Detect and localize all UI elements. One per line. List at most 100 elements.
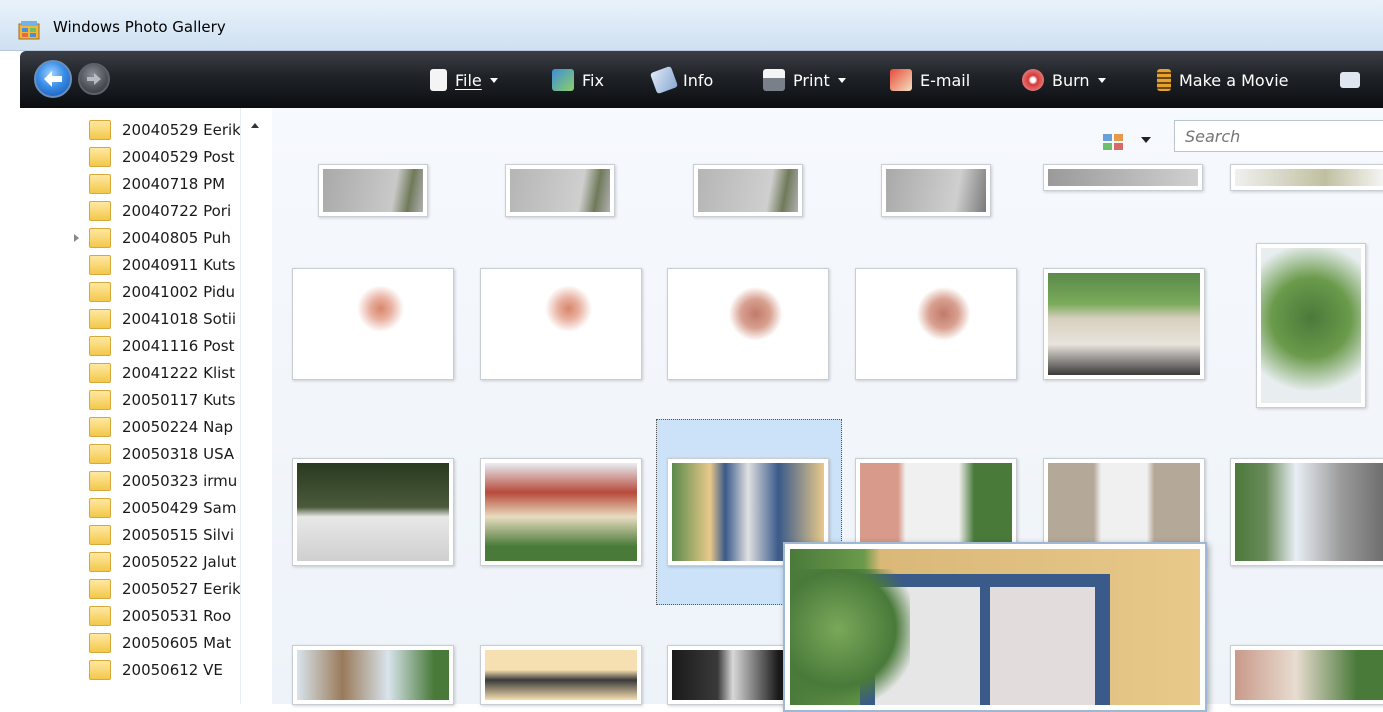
folder-tree-item[interactable]: 20050527 Eerik [0,575,241,602]
folder-tree-item[interactable]: 20050224 Nap [0,413,240,440]
info-label: Info [683,70,714,90]
scroll-up-arrow-icon[interactable] [251,123,259,128]
folder-tree-item[interactable]: 20050605 Mat [0,629,240,656]
folder-label: 20040718 PM [122,174,226,193]
folder-tree-item[interactable]: 20040805 Puh [0,224,240,251]
folder-tree-item[interactable]: 20041002 Pidu [0,278,240,305]
photo-thumbnail[interactable] [1230,164,1383,191]
fix-button[interactable]: Fix [552,65,604,95]
folder-tree-item[interactable]: 20050612 VE [0,656,240,683]
back-button[interactable] [34,60,72,98]
folder-icon [89,146,111,167]
folder-tree-item[interactable]: 20040529 Post [0,143,240,170]
folder-tree-item[interactable]: 20040718 PM [0,170,240,197]
pane-splitter[interactable] [240,108,273,704]
photo-thumbnail[interactable] [505,164,615,217]
photo-gallery-app-icon [18,21,40,40]
folder-tree-item[interactable]: 20041222 Klist [0,359,240,386]
folder-icon [89,389,111,410]
folder-icon [89,200,111,221]
search-input[interactable] [1174,120,1383,152]
folder-navigation-pane: 20040529 Eerik 20040529 Post 20040718 PM 20… [0,108,272,704]
printer-icon [763,69,785,91]
document-icon [430,69,447,91]
more-button[interactable] [1340,65,1368,95]
folder-icon [89,524,111,545]
folder-tree-item[interactable]: 20040911 Kuts [0,251,240,278]
photo-thumbnail[interactable] [1230,645,1383,705]
photo-thumbnail[interactable] [1043,164,1203,191]
folder-icon [89,470,111,491]
photo-thumbnail[interactable] [318,164,428,217]
folder-icon [89,335,111,356]
folder-tree-item[interactable]: 20050323 irmu [0,467,240,494]
folder-icon [89,281,111,302]
forward-button[interactable] [78,63,110,95]
fix-label: Fix [582,70,604,90]
folder-label: 20050224 Nap [122,417,234,436]
folder-label: 20050318 USA [122,444,235,463]
arrow-right-icon [87,73,101,85]
folder-icon [89,497,111,518]
photo-thumbnail[interactable] [1043,268,1205,380]
photo-image [886,169,986,212]
folder-tree-item[interactable]: 20050318 USA [0,440,240,467]
folder-tree-item[interactable]: 20050522 Jalut [0,548,240,575]
folder-label: 20050605 Mat [122,633,232,652]
arrow-left-icon [44,71,62,87]
folder-icon [89,227,111,248]
folder-label: 20050531 Roo [122,606,232,625]
folder-icon [89,173,111,194]
photo-thumbnail[interactable] [292,645,454,705]
photo-thumbnail[interactable] [480,268,642,380]
email-button[interactable]: E-mail [890,65,970,95]
photo-image [485,650,637,700]
thumbnail-preview-popup [783,542,1207,712]
folder-tree-item[interactable]: 20050531 Roo [0,602,240,629]
chevron-down-icon [837,77,846,83]
folder-label: 20041116 Post [122,336,235,355]
folder-tree-item[interactable]: 20040529 Eerik [0,116,241,143]
photo-thumbnail[interactable] [480,645,642,705]
folder-label: 20050527 Eerik [122,579,241,598]
photo-image [485,273,637,375]
photo-image [323,169,423,212]
photo-thumbnail[interactable] [667,268,829,380]
make-movie-button[interactable]: Make a Movie [1157,65,1288,95]
file-menu-button[interactable]: File [430,65,498,95]
photo-image [672,273,824,375]
folder-label: 20050117 Kuts [122,390,236,409]
folder-tree-item[interactable]: 20050117 Kuts [0,386,240,413]
title-bar: Windows Photo Gallery [0,0,1383,51]
folder-icon [89,308,111,329]
photo-image [1048,273,1200,375]
chevron-down-icon[interactable] [1141,137,1151,143]
photo-thumbnail[interactable] [693,164,803,217]
photo-image [297,273,449,375]
photo-thumbnail[interactable] [292,458,454,566]
folder-tree-item[interactable]: 20041116 Post [0,332,240,359]
fix-photo-icon [552,69,574,91]
folder-tree-item[interactable]: 20040722 Pori [0,197,240,224]
photo-thumbnail[interactable] [855,268,1017,380]
folder-label: 20040911 Kuts [122,255,236,274]
photo-thumbnail[interactable] [1230,458,1383,566]
tag-icon [649,65,679,95]
burn-menu-button[interactable]: Burn [1022,65,1106,95]
folder-tree-item[interactable]: 20050515 Silvi [0,521,240,548]
folder-icon [89,362,111,383]
print-menu-button[interactable]: Print [763,65,846,95]
folder-icon [89,443,111,464]
photo-image [297,650,449,700]
expand-triangle-icon[interactable] [74,233,79,242]
photo-thumbnail[interactable] [881,164,991,217]
photo-thumbnail[interactable] [480,458,642,566]
photo-thumbnail[interactable] [1256,243,1366,408]
photo-thumbnail[interactable] [292,268,454,380]
photo-image [1048,169,1198,186]
folder-tree-item[interactable]: 20050429 Sam [0,494,240,521]
folder-label: 20040529 Post [122,147,235,166]
info-button[interactable]: Info [649,65,714,95]
thumbnail-view-icon[interactable] [1102,133,1124,151]
folder-tree-item[interactable]: 20041018 Sotii [0,305,240,332]
